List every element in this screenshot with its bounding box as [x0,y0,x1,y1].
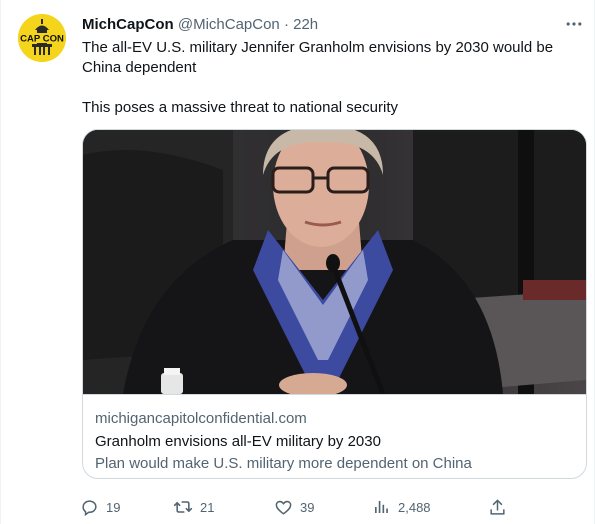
display-name[interactable]: MichCapCon [82,16,174,33]
tweet-header: MichCapCon @MichCapCon · 22h [82,15,318,35]
share-button[interactable] [480,491,514,523]
retweet-count: 21 [200,499,215,515]
separator-dot: · [283,16,289,33]
views-count: 2,488 [398,499,431,515]
left-border [0,0,1,524]
views-button[interactable]: 2,488 [364,491,431,523]
retweet-icon [166,491,200,523]
like-button[interactable]: 39 [266,491,314,523]
reply-icon [72,491,106,523]
more-options-icon[interactable] [562,12,586,36]
link-card-domain: michigancapitolconfidential.com [95,410,307,427]
reply-button[interactable]: 19 [72,491,120,523]
views-chart-icon [364,491,398,523]
heart-icon [266,491,300,523]
timestamp[interactable]: 22h [293,16,318,33]
tweet-text-line-1: The all-EV U.S. military Jennifer Granho… [82,39,554,76]
share-icon [480,491,514,523]
link-card-title: Granholm envisions all-EV military by 20… [95,433,381,450]
link-card-image[interactable] [83,130,586,394]
avatar[interactable]: CAP CON [18,14,66,62]
tweet-text-line-2: This poses a massive threat to national … [82,99,398,116]
tweet-text: The all-EV U.S. military Jennifer Granho… [82,38,582,118]
link-card[interactable]: michigancapitolconfidential.com Granholm… [82,129,587,479]
link-card-description: Plan would make U.S. military more depen… [95,455,472,472]
user-handle[interactable]: @MichCapCon [178,16,280,33]
like-count: 39 [300,499,315,515]
retweet-button[interactable]: 21 [166,491,214,523]
avatar-logo-text: CAP CON [20,34,64,45]
link-card-meta[interactable]: michigancapitolconfidential.com Granholm… [83,394,586,478]
tweet-actions-bar: 19 21 39 2,488 [72,491,512,523]
reply-count: 19 [106,499,121,515]
